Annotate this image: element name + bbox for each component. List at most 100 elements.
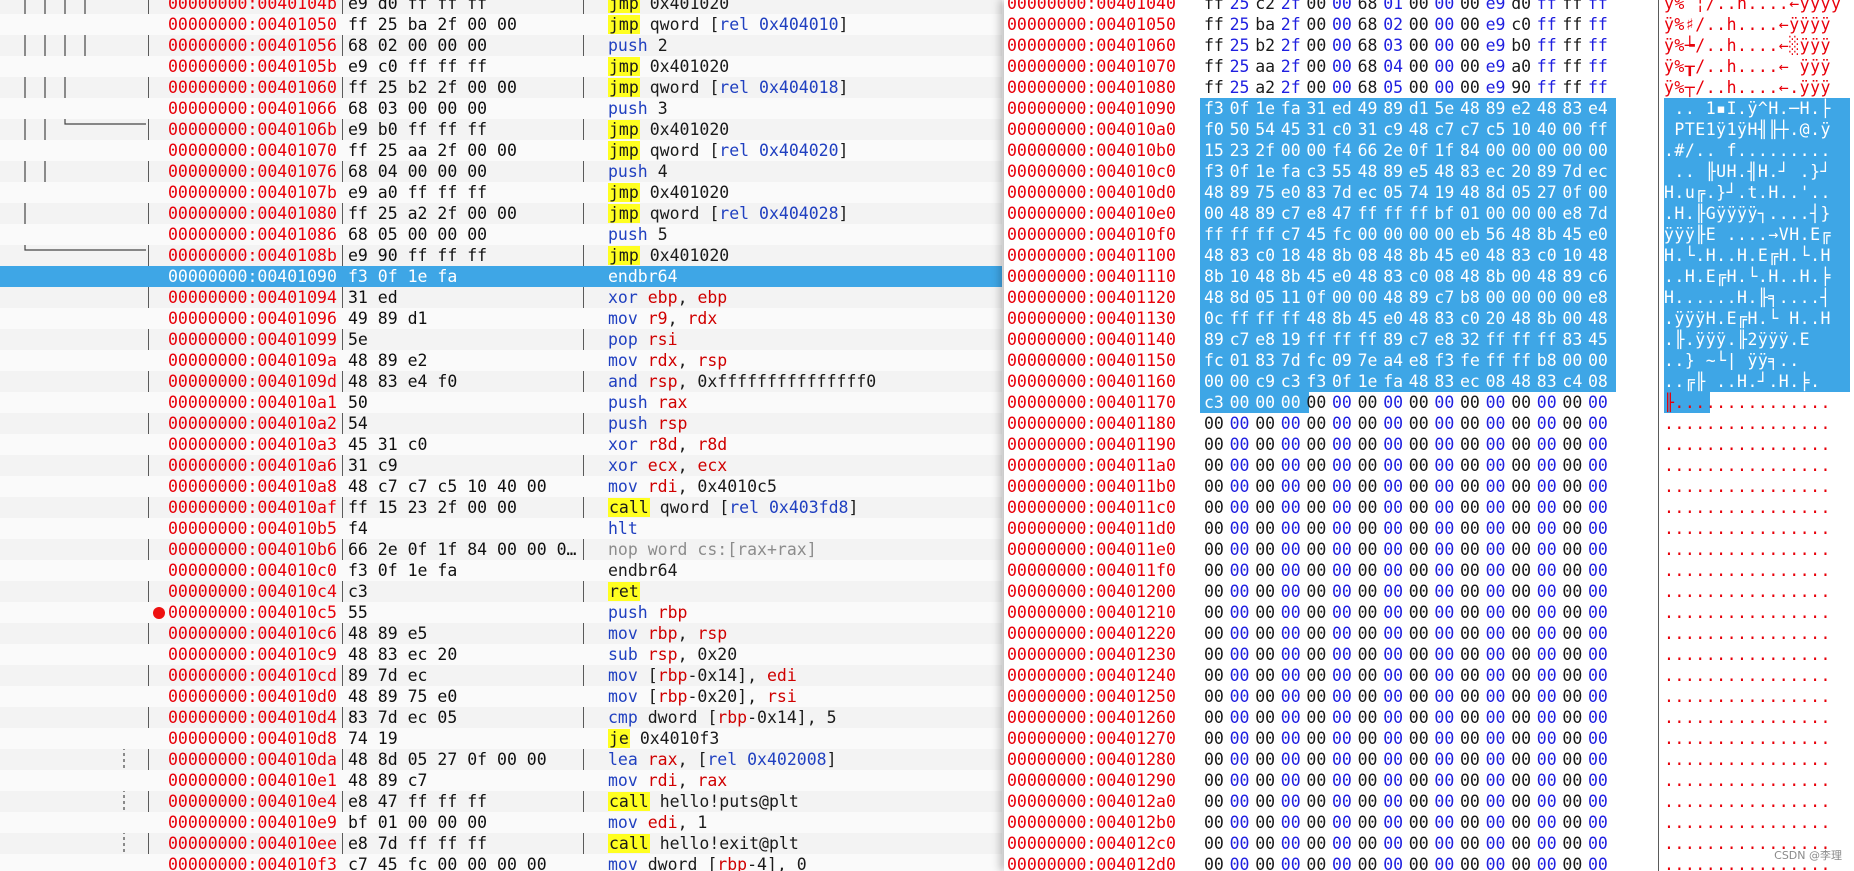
disasm-row[interactable]: 00000000:00401099 5e pop rsi <box>0 329 1002 350</box>
hex-row[interactable]: 00000000:004011a0 00 00 00 00 00 00 00 00 00 00 00 0… <box>1004 455 1854 476</box>
hex-byte[interactable]: 00 <box>1584 854 1616 871</box>
hex-byte[interactable]: 7d <box>1584 203 1616 224</box>
hex-row[interactable]: 00000000:004010d0 48 89 75 e0 83 7d ec 05 74 19 48 8… <box>1004 182 1854 203</box>
hex-row[interactable]: 00000000:00401140 89 c7 e8 19 ff ff ff 89 c7 e8 32 f… <box>1004 329 1854 350</box>
disasm-row[interactable]: 00000000:0040107b e9 a0 ff ff ff jmp 0x401… <box>0 182 1002 203</box>
hex-row[interactable]: 00000000:00401060 ff 25 b2 2f 00 00 68 03 00 00 00 e… <box>1004 35 1854 56</box>
disasm-row[interactable]: 00000000:00401094 31 ed xor ebp, ebp <box>0 287 1002 308</box>
hex-row[interactable]: 00000000:004011e0 00 00 00 00 00 00 00 00 00 00 00 0… <box>1004 539 1854 560</box>
hex-row[interactable]: 00000000:00401160 00 00 c9 c3 f3 0f 1e fa 48 83 ec 0… <box>1004 371 1854 392</box>
hex-row[interactable]: 00000000:00401040 ff 25 c2 2f 00 00 68 01 00 00 00 e… <box>1004 0 1854 14</box>
disasm-row[interactable]: 00000000:0040105b e9 c0 ff ff ff jmp 0x401… <box>0 56 1002 77</box>
hex-byte[interactable]: ff <box>1584 56 1616 77</box>
hex-byte[interactable]: 00 <box>1584 623 1616 644</box>
hex-byte[interactable]: 08 <box>1584 371 1616 392</box>
hex-row[interactable]: 00000000:00401240 00 00 00 00 00 00 00 00 00 00 00 0… <box>1004 665 1854 686</box>
hex-byte[interactable]: 00 <box>1584 560 1616 581</box>
disasm-row[interactable]: 00000000:004010a6 31 c9 xor ecx, ecx <box>0 455 1002 476</box>
hex-byte[interactable]: 00 <box>1584 539 1616 560</box>
hex-byte[interactable]: 00 <box>1584 602 1616 623</box>
hex-byte[interactable]: 00 <box>1584 707 1616 728</box>
hex-byte[interactable]: 00 <box>1584 644 1616 665</box>
hex-row[interactable]: 00000000:00401090 f3 0f 1e fa 31 ed 49 89 d1 5e 48 8… <box>1004 98 1854 119</box>
disasm-row[interactable]: 00000000:004010c5 55 push rbp <box>0 602 1002 623</box>
disasm-row[interactable]: 00000000:004010c0 f3 0f 1e fa endbr64 <box>0 560 1002 581</box>
hex-byte[interactable]: 00 <box>1584 413 1616 434</box>
disasm-row[interactable]: 00000000:004010f3 c7 45 fc 00 00 00 00 mov… <box>0 854 1002 871</box>
breakpoint-icon[interactable] <box>153 607 165 619</box>
disasm-row[interactable]: 00000000:004010d8 74 19 je 0x4010f3 <box>0 728 1002 749</box>
disasm-row[interactable]: 00000000:004010b6 66 2e 0f 1f 84 00 00 0…… <box>0 539 1002 560</box>
hex-byte[interactable]: c6 <box>1584 266 1616 287</box>
disasm-row[interactable]: 00000000:004010da 48 8d 05 27 0f 00 00 lea… <box>0 749 1002 770</box>
hex-row[interactable]: 00000000:00401250 00 00 00 00 00 00 00 00 00 00 00 0… <box>1004 686 1854 707</box>
hex-byte[interactable]: ff <box>1584 0 1616 14</box>
hex-row[interactable]: 00000000:00401080 ff 25 a2 2f 00 00 68 05 00 00 00 e… <box>1004 77 1854 98</box>
hex-row[interactable]: 00000000:00401230 00 00 00 00 00 00 00 00 00 00 00 0… <box>1004 644 1854 665</box>
hex-row[interactable]: 00000000:004010a0 f0 50 54 45 31 c0 31 c9 48 c7 c7 c… <box>1004 119 1854 140</box>
hex-row[interactable]: 00000000:00401100 48 83 c0 18 48 8b 08 48 8b 45 e0 4… <box>1004 245 1854 266</box>
hex-byte[interactable]: 00 <box>1584 140 1616 161</box>
disasm-row[interactable]: 00000000:004010a8 48 c7 c7 c5 10 40 00 mov… <box>0 476 1002 497</box>
hex-row[interactable]: 00000000:00401070 ff 25 aa 2f 00 00 68 04 00 00 00 e… <box>1004 56 1854 77</box>
hex-row[interactable]: 00000000:00401180 00 00 00 00 00 00 00 00 00 00 00 0… <box>1004 413 1854 434</box>
hex-byte[interactable]: 00 <box>1584 812 1616 833</box>
disasm-row[interactable]: 00000000:0040109a 48 89 e2 mov rdx, rsp <box>0 350 1002 371</box>
disasm-row[interactable]: 00000000:0040106b e9 b0 ff ff ff jmp 0x401… <box>0 119 1002 140</box>
hex-row[interactable]: 00000000:00401270 00 00 00 00 00 00 00 00 00 00 00 0… <box>1004 728 1854 749</box>
hex-row[interactable]: 00000000:00401210 00 00 00 00 00 00 00 00 00 00 00 0… <box>1004 602 1854 623</box>
hex-row[interactable]: 00000000:004010f0 ff ff ff c7 45 fc 00 00 00 00 eb 5… <box>1004 224 1854 245</box>
hex-byte[interactable]: ff <box>1584 119 1616 140</box>
hex-row[interactable]: 00000000:004012a0 00 00 00 00 00 00 00 00 00 00 00 0… <box>1004 791 1854 812</box>
hex-row[interactable]: 00000000:00401130 0c ff ff ff 48 8b 45 e0 48 83 c0 2… <box>1004 308 1854 329</box>
hex-byte[interactable]: 00 <box>1584 581 1616 602</box>
disasm-row[interactable]: 00000000:00401056 68 02 00 00 00 push 2 <box>0 35 1002 56</box>
hex-row[interactable]: 00000000:004012d0 00 00 00 00 00 00 00 00 00 00 00 0… <box>1004 854 1854 871</box>
disassembly-pane[interactable]: 00000000:0040104b e9 d0 ff ff ff jmp 0x401… <box>0 0 1002 871</box>
hex-row[interactable]: 00000000:004010e0 00 48 89 c7 e8 47 ff ff ff bf 01 0… <box>1004 203 1854 224</box>
disasm-row[interactable]: 00000000:00401050 ff 25 ba 2f 00 00 jmp qw… <box>0 14 1002 35</box>
hex-byte[interactable]: 45 <box>1584 329 1616 350</box>
hex-byte[interactable]: 48 <box>1584 245 1616 266</box>
disasm-row[interactable]: 00000000:004010e4 e8 47 ff ff ff call hell… <box>0 791 1002 812</box>
hex-byte[interactable]: 00 <box>1584 833 1616 854</box>
hex-row[interactable]: 00000000:004011b0 00 00 00 00 00 00 00 00 00 00 00 0… <box>1004 476 1854 497</box>
disasm-row[interactable]: 00000000:004010e1 48 89 c7 mov rdi, rax <box>0 770 1002 791</box>
hex-byte[interactable]: ff <box>1584 77 1616 98</box>
hex-row[interactable]: 00000000:00401050 ff 25 ba 2f 00 00 68 02 00 00 00 e… <box>1004 14 1854 35</box>
hex-byte[interactable]: e8 <box>1584 287 1616 308</box>
disasm-row[interactable]: 00000000:004010c9 48 83 ec 20 sub rsp, 0x2… <box>0 644 1002 665</box>
disasm-row[interactable]: 00000000:004010c4 c3 ret <box>0 581 1002 602</box>
disasm-row[interactable]: 00000000:004010d0 48 89 75 e0 mov [rbp-0x2… <box>0 686 1002 707</box>
hex-row[interactable]: 00000000:00401150 fc 01 83 7d fc 09 7e a4 e8 f3 fe f… <box>1004 350 1854 371</box>
disasm-row[interactable]: 00000000:00401066 68 03 00 00 00 push 3 <box>0 98 1002 119</box>
hex-row[interactable]: 00000000:004011c0 00 00 00 00 00 00 00 00 00 00 00 0… <box>1004 497 1854 518</box>
hex-row[interactable]: 00000000:004010b0 15 23 2f 00 00 f4 66 2e 0f 1f 84 0… <box>1004 140 1854 161</box>
hex-row[interactable]: 00000000:004012b0 00 00 00 00 00 00 00 00 00 00 00 0… <box>1004 812 1854 833</box>
hex-row[interactable]: 00000000:00401170 c3 00 00 00 00 00 00 00 00 00 00 0… <box>1004 392 1854 413</box>
hex-row[interactable]: 00000000:00401280 00 00 00 00 00 00 00 00 00 00 00 0… <box>1004 749 1854 770</box>
hex-byte[interactable]: 00 <box>1584 665 1616 686</box>
disasm-row[interactable]: 00000000:004010d4 83 7d ec 05 cmp dword [r… <box>0 707 1002 728</box>
hex-byte[interactable]: 00 <box>1584 497 1616 518</box>
disasm-row[interactable]: 00000000:00401096 49 89 d1 mov r9, rdx <box>0 308 1002 329</box>
hex-row[interactable]: 00000000:00401200 00 00 00 00 00 00 00 00 00 00 00 0… <box>1004 581 1854 602</box>
hex-byte[interactable]: ec <box>1584 161 1616 182</box>
disasm-row[interactable]: 00000000:004010a2 54 push rsp <box>0 413 1002 434</box>
hex-byte[interactable]: 00 <box>1584 455 1616 476</box>
hex-row[interactable]: 00000000:004011f0 00 00 00 00 00 00 00 00 00 00 00 0… <box>1004 560 1854 581</box>
disasm-row[interactable]: 00000000:0040104b e9 d0 ff ff ff jmp 0x401… <box>0 0 1002 14</box>
disasm-row[interactable]: 00000000:004010e9 bf 01 00 00 00 mov edi, … <box>0 812 1002 833</box>
hex-row[interactable]: 00000000:00401190 00 00 00 00 00 00 00 00 00 00 00 0… <box>1004 434 1854 455</box>
hex-byte[interactable]: 00 <box>1584 791 1616 812</box>
hex-view-pane[interactable]: 00000000:00401040 ff 25 c2 2f 00 00 68 01 00 00 00 e… <box>1004 0 1854 871</box>
hex-row[interactable]: 00000000:00401260 00 00 00 00 00 00 00 00 00 00 00 0… <box>1004 707 1854 728</box>
disasm-row[interactable]: 00000000:004010af ff 15 23 2f 00 00 call q… <box>0 497 1002 518</box>
hex-byte[interactable]: 48 <box>1584 308 1616 329</box>
hex-byte[interactable]: 00 <box>1584 182 1616 203</box>
disasm-row[interactable]: 00000000:00401080 ff 25 a2 2f 00 00 jmp qw… <box>0 203 1002 224</box>
disasm-row[interactable]: 00000000:00401060 ff 25 b2 2f 00 00 jmp qw… <box>0 77 1002 98</box>
disasm-row[interactable]: 00000000:004010c6 48 89 e5 mov rbp, rsp <box>0 623 1002 644</box>
hex-byte[interactable]: ff <box>1584 35 1616 56</box>
hex-byte[interactable]: e4 <box>1584 98 1616 119</box>
